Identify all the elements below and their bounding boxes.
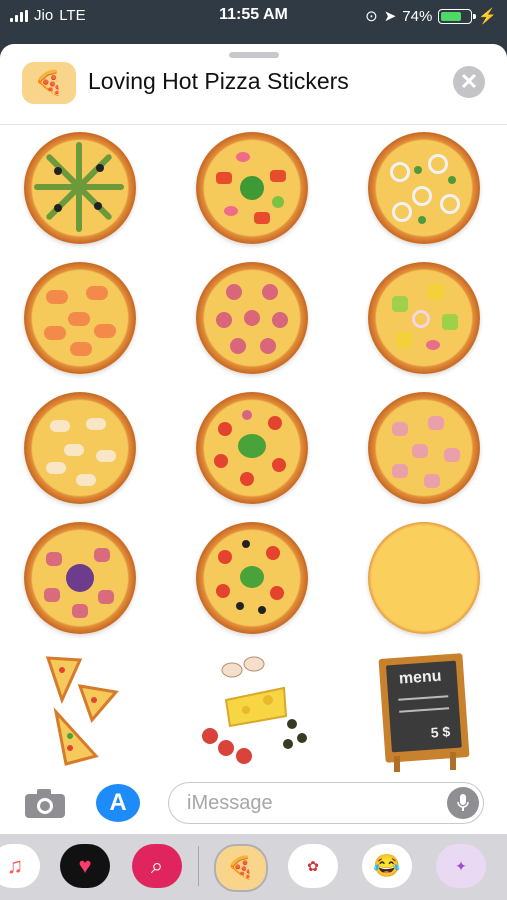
camera-icon <box>25 789 65 818</box>
pizza-slices-icon <box>45 656 119 766</box>
sticker-pizza-ham-basil[interactable] <box>24 522 140 638</box>
search-icon: ⌕ <box>150 853 164 878</box>
sticker-pizza-cheese-plain[interactable] <box>368 522 484 638</box>
sticker-pizza-pepper-onion[interactable] <box>196 132 312 248</box>
sticker-pizza-onion-ring[interactable] <box>368 132 484 248</box>
charging-icon: ⚡ <box>478 8 497 25</box>
pizza-sticker <box>196 392 308 504</box>
dock-divider <box>198 846 199 886</box>
sticker-sheet: 🍕 Loving Hot Pizza Stickers ✕ menu 5 $ A… <box>0 44 507 834</box>
emoji-stickers-button[interactable]: 😂 <box>362 844 412 888</box>
sticker-pizza-salami[interactable] <box>196 262 312 378</box>
menu-board-price: 5 $ <box>430 723 451 741</box>
cheese-mushroom-icon <box>202 656 307 764</box>
sticker-pizza-veggie-olive[interactable] <box>24 132 140 248</box>
sticker-pizza-shrimp[interactable] <box>24 262 140 378</box>
sticker-cheese-mushroom-ingredients[interactable] <box>196 652 316 772</box>
menu-board-leg <box>394 756 400 772</box>
sticker-pizza-chicken[interactable] <box>24 392 140 508</box>
pizza-sticker <box>24 522 136 634</box>
status-right: ⊙ ➤ 74% ⚡ <box>365 7 497 26</box>
close-button[interactable]: ✕ <box>453 66 485 98</box>
imessage-field[interactable] <box>168 782 484 824</box>
sheet-header: 🍕 Loving Hot Pizza Stickers ✕ <box>0 44 507 125</box>
menu-board-frame: menu 5 $ <box>378 653 470 763</box>
sticker-pack-icon: ✦ <box>455 857 467 874</box>
sticker-pizza-margherita-olive[interactable] <box>196 522 312 638</box>
sticker-pizza-tomato-basil[interactable] <box>196 392 312 508</box>
battery-icon <box>438 8 477 24</box>
microphone-icon <box>457 794 469 811</box>
battery-percent: 74% <box>402 7 433 25</box>
menu-board-leg <box>450 752 456 770</box>
battery-fill <box>441 11 462 21</box>
menu-board-line <box>399 707 450 713</box>
status-bar: Jio LTE 11:55 AM ⊙ ➤ 74% ⚡ <box>0 0 507 34</box>
menu-board-label: menu <box>398 667 443 688</box>
heart-icon: ♥ <box>78 853 92 878</box>
menu-board-line <box>398 695 449 701</box>
pizza-sticker <box>196 132 308 244</box>
sticker-pizza-ham[interactable] <box>368 392 484 508</box>
app-store-button[interactable]: A <box>96 784 140 822</box>
image-search-button[interactable]: ⌕ <box>132 844 182 888</box>
app-store-icon: A <box>109 789 127 816</box>
pizza-sticker <box>368 132 480 244</box>
sticker-pack-icon: ✿ <box>307 857 319 874</box>
pizza-sticker <box>24 392 136 504</box>
pizza-stickers-button[interactable]: 🍕 <box>214 844 268 892</box>
digital-touch-button[interactable]: ♥ <box>60 844 110 888</box>
sticker-pizza-pepper-onion-2[interactable] <box>368 262 484 378</box>
menu-board-slate: menu 5 $ <box>385 660 462 753</box>
location-icon: ➤ <box>383 8 397 25</box>
sticker-menu-board[interactable]: menu 5 $ <box>378 652 478 774</box>
cool-dude-stickers-button[interactable]: ✦ <box>436 844 486 888</box>
music-app-button[interactable]: ♫ <box>0 844 40 888</box>
message-input-bar: A <box>0 774 507 834</box>
rotation-lock-icon: ⊙ <box>365 8 378 25</box>
dictation-button[interactable] <box>447 787 479 819</box>
pizza-sticker <box>368 522 480 634</box>
sheet-title: Loving Hot Pizza Stickers <box>88 68 349 94</box>
app-drawer: ♫ ♥ ⌕ 🍕 ✿ 😂 ✦ <box>0 834 507 900</box>
camera-button[interactable] <box>22 784 68 822</box>
pizza-sticker <box>368 262 480 374</box>
pizza-sticker <box>196 262 308 374</box>
message-input[interactable] <box>185 791 429 816</box>
pizza-app-icon: 🍕 <box>22 62 76 104</box>
sticker-pizza-slices[interactable] <box>40 652 156 772</box>
music-icon: ♫ <box>6 853 24 878</box>
pizza-icon: 🍕 <box>227 855 255 880</box>
pizza-sticker <box>24 262 136 374</box>
pizza-sticker <box>196 522 308 634</box>
pizza-sticker <box>368 392 480 504</box>
emoji-icon: 😂 <box>373 853 401 878</box>
pizza-sticker <box>24 132 136 244</box>
beautiful-day-stickers-button[interactable]: ✿ <box>288 844 338 888</box>
